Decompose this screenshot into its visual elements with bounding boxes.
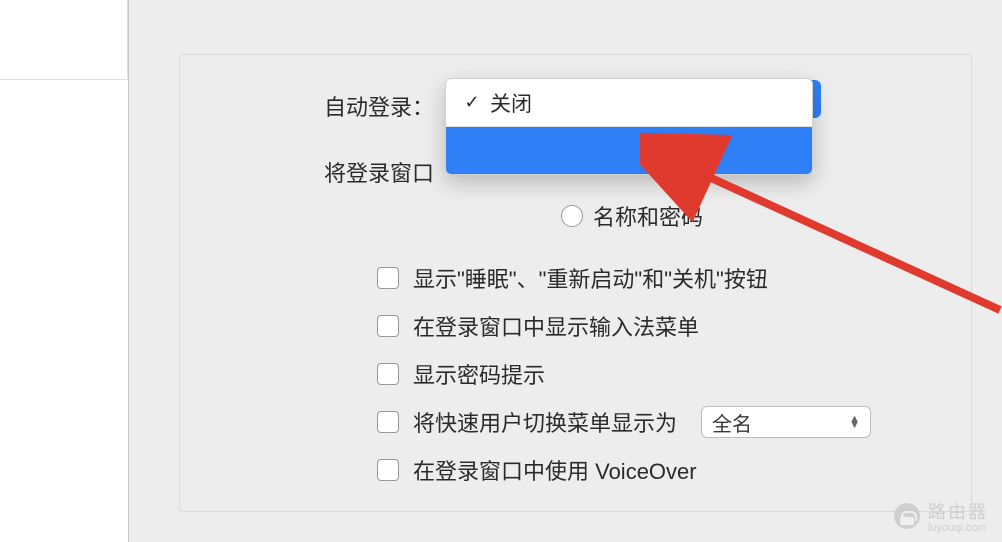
checkmark-icon: ✓ xyxy=(462,92,482,113)
watermark: 路由器 luyouqi.com xyxy=(894,498,988,534)
radio-name-password-row[interactable]: 名称和密码 xyxy=(561,200,703,232)
checkbox-icon[interactable] xyxy=(377,411,399,433)
auto-login-dropdown[interactable]: ✓ 关闭 xyxy=(445,78,813,175)
watermark-sub: luyouqi.com xyxy=(928,522,988,534)
option-password-hints[interactable]: 显示密码提示 xyxy=(377,350,962,398)
option-ime-menu[interactable]: 在登录窗口中显示输入法菜单 xyxy=(377,302,962,350)
checkbox-icon[interactable] xyxy=(377,267,399,289)
checkbox-icon[interactable] xyxy=(377,459,399,481)
sidebar xyxy=(0,0,128,542)
dropdown-option-off-label: 关闭 xyxy=(490,88,532,118)
option-fast-user-switch-label: 将快速用户切换菜单显示为 xyxy=(413,406,677,438)
dropdown-option-user[interactable] xyxy=(446,127,812,174)
router-icon xyxy=(894,503,920,529)
dropdown-option-off[interactable]: ✓ 关闭 xyxy=(446,79,812,126)
fast-user-switch-select[interactable]: 全名 ▲▼ xyxy=(701,406,871,438)
option-voiceover-label: 在登录窗口中使用 VoiceOver xyxy=(413,454,697,486)
sidebar-tile xyxy=(0,0,128,80)
option-voiceover[interactable]: 在登录窗口中使用 VoiceOver xyxy=(377,446,962,494)
fast-user-switch-value: 全名 xyxy=(712,408,752,437)
checkbox-icon[interactable] xyxy=(377,363,399,385)
watermark-title: 路由器 xyxy=(928,498,988,524)
option-sleep-restart-shutdown[interactable]: 显示"睡眠"、"重新启动"和"关机"按钮 xyxy=(377,254,962,302)
option-ime-menu-label: 在登录窗口中显示输入法菜单 xyxy=(413,310,699,342)
option-password-hints-label: 显示密码提示 xyxy=(413,358,545,390)
login-options-list: 显示"睡眠"、"重新启动"和"关机"按钮 在登录窗口中显示输入法菜单 显示密码提… xyxy=(377,254,962,494)
checkbox-icon[interactable] xyxy=(377,315,399,337)
option-fast-user-switch[interactable]: 将快速用户切换菜单显示为 全名 ▲▼ xyxy=(377,398,962,446)
radio-name-password-label: 名称和密码 xyxy=(593,200,703,232)
option-sleep-restart-shutdown-label: 显示"睡眠"、"重新启动"和"关机"按钮 xyxy=(413,262,768,294)
settings-panel: 自动登录： 将登录窗口 ✓ 关闭 名称和密码 显示"睡眠"、"重新启动"和"关机… xyxy=(129,0,1002,542)
auto-login-label: 自动登录： xyxy=(324,90,434,122)
radio-icon[interactable] xyxy=(561,205,583,227)
login-window-label: 将登录窗口 xyxy=(324,156,434,188)
chevron-up-down-icon: ▲▼ xyxy=(849,416,860,428)
